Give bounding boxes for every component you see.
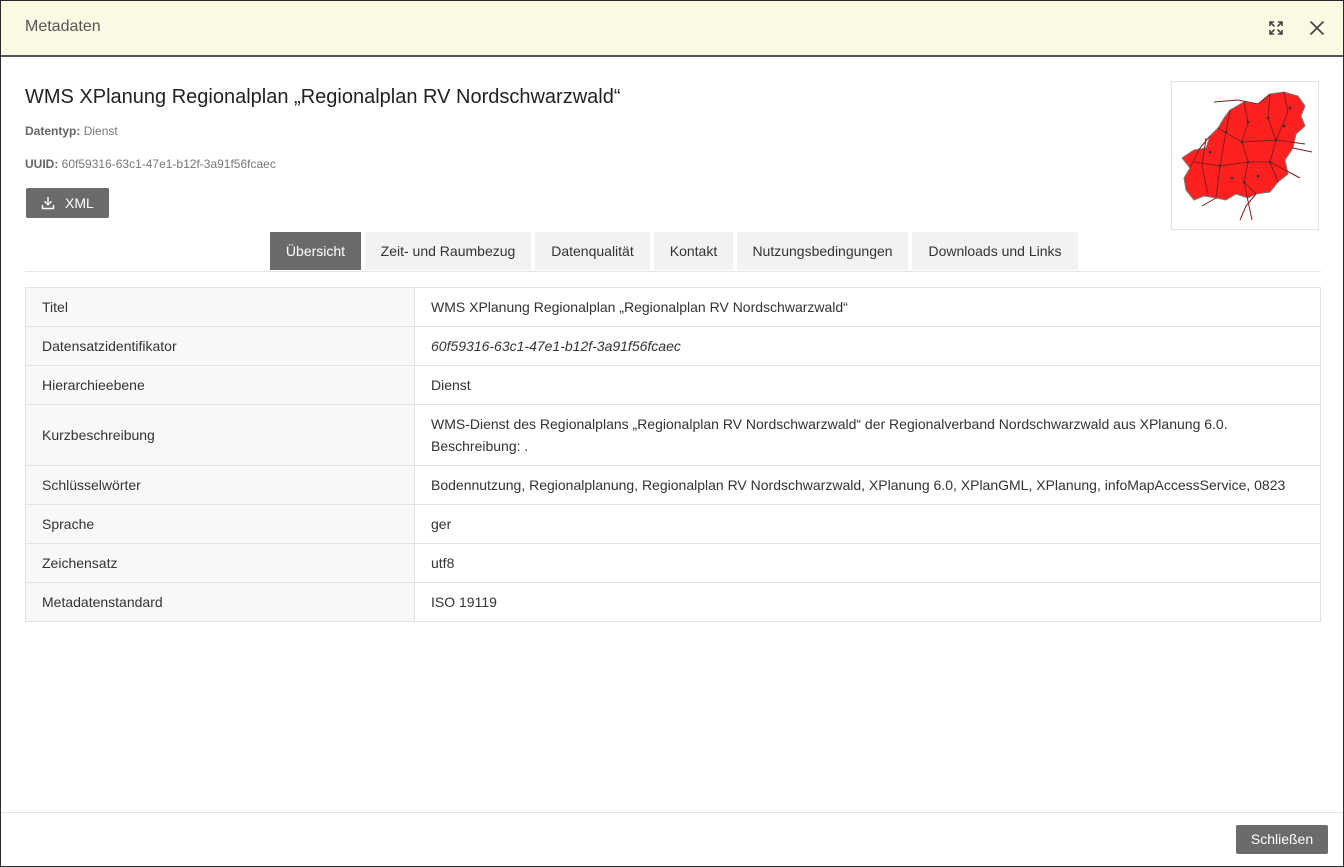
row-key: Metadatenstandard [26,583,415,621]
row-key: Zeichensatz [26,544,415,582]
tab-datenqualitaet[interactable]: Datenqualität [535,232,650,270]
datatype-line: Datentyp: Dienst [25,124,118,138]
table-row: Hierarchieebene Dienst [26,365,1320,404]
row-key: Datensatzidentifikator [26,327,415,365]
table-row: Schlüsselwörter Bodennutzung, Regionalpl… [26,465,1320,504]
uuid-label: UUID: [25,157,59,171]
row-key: Kurzbeschreibung [26,405,415,465]
row-value: 60f59316-63c1-47e1-b12f-3a91f56fcaec [431,338,681,354]
table-row: Sprache ger [26,504,1320,543]
row-value: WMS-Dienst des Regionalplans „Regionalpl… [415,405,1320,465]
record-title: WMS XPlanung Regionalplan „Regionalplan … [25,86,621,108]
tab-zeit-und-raumbezug[interactable]: Zeit- und Raumbezug [365,232,531,270]
uuid-value: 60f59316-63c1-47e1-b12f-3a91f56fcaec [61,157,276,171]
tab-kontakt[interactable]: Kontakt [654,232,733,270]
table-row: Titel WMS XPlanung Regionalplan „Regiona… [26,288,1320,326]
modal-title: Metadaten [25,18,101,35]
tab-bar: Übersicht Zeit- und Raumbezug Datenquali… [25,232,1321,272]
row-key: Schlüsselwörter [26,466,415,504]
modal-header: Metadaten [1,1,1343,57]
expand-icon[interactable] [1265,17,1287,39]
datatype-label: Datentyp: [25,124,81,138]
table-row: Datensatzidentifikator 60f59316-63c1-47e… [26,326,1320,365]
row-key: Hierarchieebene [26,366,415,404]
row-value: Bodennutzung, Regionalplanung, Regionalp… [431,477,1286,493]
tab-nutzungsbedingungen[interactable]: Nutzungsbedingungen [737,232,908,270]
row-value: Dienst [431,377,471,393]
table-row: Kurzbeschreibung WMS-Dienst des Regional… [26,404,1320,465]
xml-download-button[interactable]: XML [26,188,109,218]
table-row: Zeichensatz utf8 [26,543,1320,582]
row-value: WMS XPlanung Regionalplan „Regionalplan … [431,299,848,315]
row-value: utf8 [431,555,455,571]
table-row: Metadatenstandard ISO 19119 [26,582,1320,621]
row-key: Titel [26,288,415,326]
datatype-value: Dienst [83,124,118,138]
download-icon [41,196,55,213]
map-thumbnail[interactable] [1171,81,1319,230]
tab-uebersicht[interactable]: Übersicht [270,232,361,270]
overview-table: Titel WMS XPlanung Regionalplan „Regiona… [25,287,1321,622]
description-note: Beschreibung: . [431,438,529,454]
row-value: ISO 19119 [431,594,497,610]
xml-button-label: XML [65,195,94,211]
row-value: ger [431,516,452,532]
uuid-line: UUID: 60f59316-63c1-47e1-b12f-3a91f56fca… [25,157,276,171]
row-key: Sprache [26,505,415,543]
modal-footer: Schließen [1,812,1343,866]
metadata-modal: Metadaten WMS XPlanung Regionalplan „Reg… [1,1,1343,866]
description-text: WMS-Dienst des Regionalplans „Regionalpl… [431,416,1228,432]
close-button[interactable]: Schließen [1236,825,1328,854]
tab-downloads-und-links[interactable]: Downloads und Links [912,232,1078,270]
close-icon[interactable] [1306,17,1328,39]
